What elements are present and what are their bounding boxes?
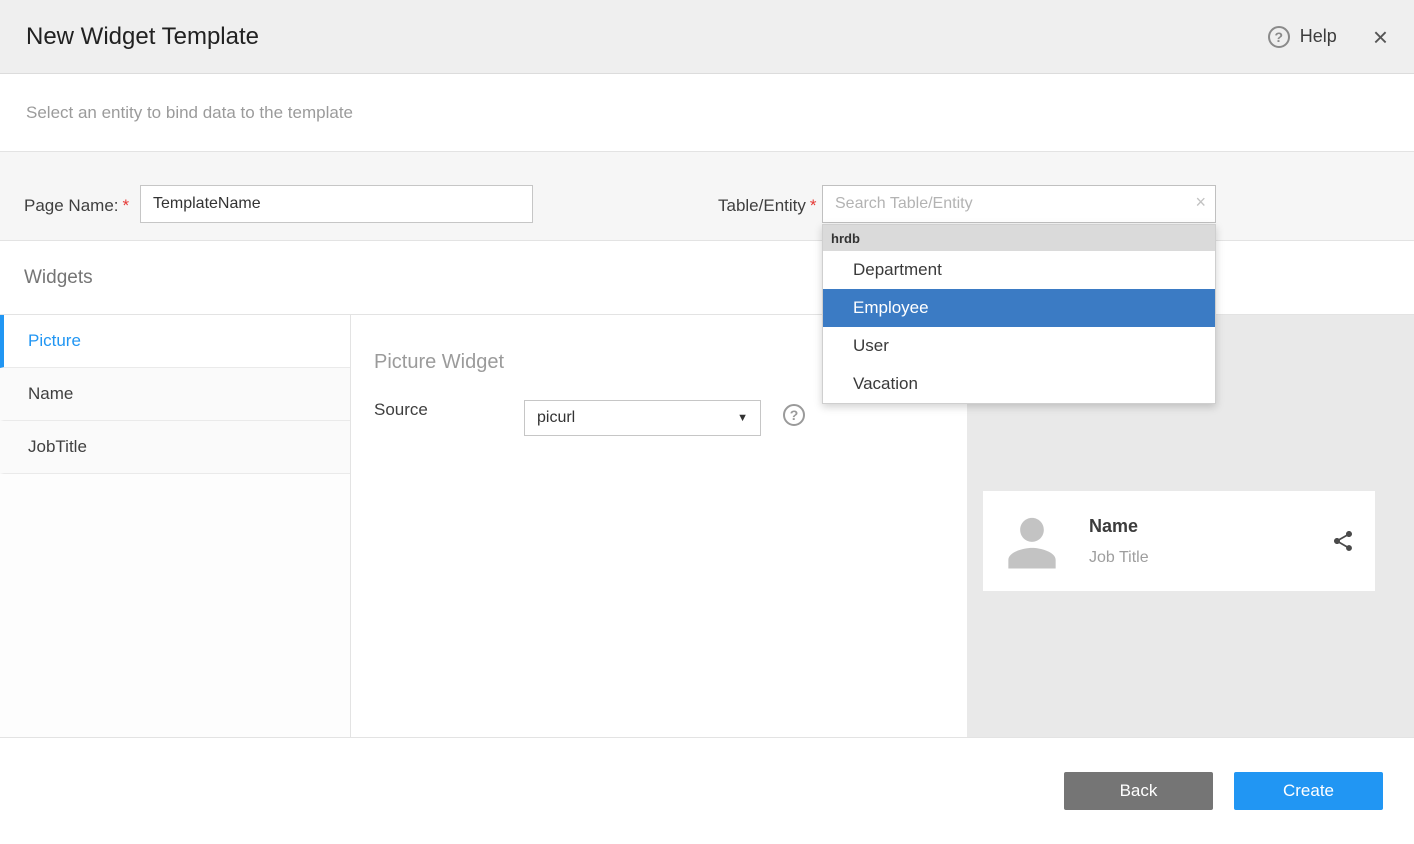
subtitle-row: Select an entity to bind data to the tem… bbox=[0, 74, 1414, 152]
preview-name: Name bbox=[1089, 516, 1149, 537]
widgets-sidebar: Picture Name JobTitle bbox=[0, 315, 351, 737]
preview-card: Name Job Title bbox=[983, 491, 1375, 591]
footer-bar: Back Create bbox=[0, 737, 1414, 844]
page-title: New Widget Template bbox=[26, 23, 259, 51]
entity-dropdown: hrdb Department Employee User Vacation bbox=[822, 224, 1216, 404]
dropdown-item-vacation[interactable]: Vacation bbox=[823, 365, 1215, 403]
header-bar: New Widget Template ? Help × bbox=[0, 0, 1414, 74]
dropdown-item-user[interactable]: User bbox=[823, 327, 1215, 365]
required-marker: * bbox=[123, 196, 130, 215]
help-icon[interactable]: ? bbox=[1268, 26, 1290, 48]
help-link[interactable]: Help bbox=[1300, 26, 1337, 47]
chevron-down-icon: ▼ bbox=[737, 412, 748, 424]
page-name-label-text: Page Name: bbox=[24, 196, 119, 215]
dropdown-item-employee[interactable]: Employee bbox=[823, 289, 1215, 327]
preview-card-text: Name Job Title bbox=[1089, 516, 1149, 567]
avatar-icon bbox=[999, 506, 1065, 576]
table-entity-label-text: Table/Entity bbox=[718, 196, 806, 215]
required-marker: * bbox=[810, 196, 817, 215]
dropdown-group-header: hrdb bbox=[823, 225, 1215, 251]
source-label: Source bbox=[374, 400, 428, 420]
table-entity-label: Table/Entity* bbox=[718, 196, 817, 216]
source-help-icon[interactable]: ? bbox=[783, 404, 805, 426]
picture-widget-title: Picture Widget bbox=[374, 351, 504, 374]
page-name-input[interactable] bbox=[140, 185, 533, 223]
source-select-value: picurl bbox=[537, 409, 575, 427]
subtitle-text: Select an entity to bind data to the tem… bbox=[26, 103, 353, 123]
widgets-title: Widgets bbox=[24, 267, 93, 289]
header-actions: ? Help × bbox=[1268, 24, 1388, 50]
table-entity-search-wrap: × bbox=[822, 185, 1216, 223]
create-button[interactable]: Create bbox=[1234, 772, 1383, 810]
close-icon[interactable]: × bbox=[1373, 24, 1388, 50]
clear-icon[interactable]: × bbox=[1195, 193, 1206, 211]
sidebar-item-picture[interactable]: Picture bbox=[0, 315, 350, 368]
source-select[interactable]: picurl ▼ bbox=[524, 400, 761, 436]
sidebar-item-jobtitle[interactable]: JobTitle bbox=[0, 421, 350, 474]
share-icon bbox=[1331, 529, 1355, 553]
back-button[interactable]: Back bbox=[1064, 772, 1213, 810]
page-name-label: Page Name:* bbox=[24, 196, 129, 216]
preview-job-title: Job Title bbox=[1089, 549, 1149, 567]
dropdown-item-department[interactable]: Department bbox=[823, 251, 1215, 289]
sidebar-item-name[interactable]: Name bbox=[0, 368, 350, 421]
table-entity-search-input[interactable] bbox=[822, 185, 1216, 223]
new-widget-template-dialog: New Widget Template ? Help × Select an e… bbox=[0, 0, 1414, 844]
